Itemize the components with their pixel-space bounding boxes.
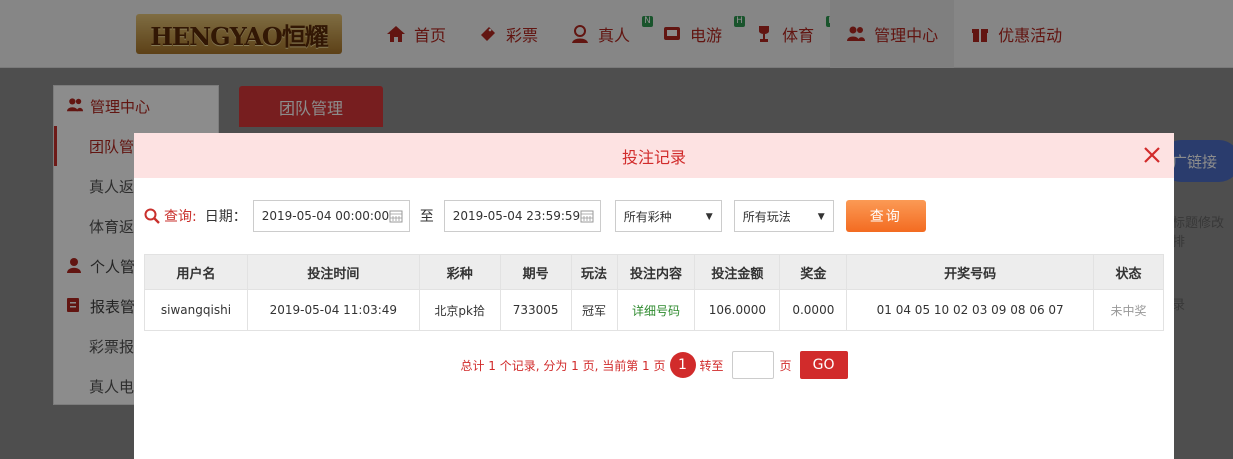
play-type-select[interactable]: 所有玩法 ▼ — [733, 200, 834, 232]
query-row: 查询: 日期： 2019-05-04 00:00:00 至 2019-05-04… — [144, 200, 926, 232]
date-label: 日期： — [204, 209, 247, 225]
cell-bet-time: 2019-05-04 11:03:49 — [246, 289, 420, 331]
date-to-value: 2019-05-04 23:59:59 — [452, 209, 581, 223]
col-header: 投注时间 — [246, 254, 420, 290]
modal-title: 投注记录 — [621, 147, 686, 167]
cell-lottery: 北京pk拾 — [418, 289, 501, 331]
table-header-row: 用户名 投注时间 彩种 期号 玩法 投注内容 投注金额 奖金 开奖号码 状态 — [144, 254, 1165, 290]
date-range-separator: 至 — [419, 209, 434, 225]
calendar-icon[interactable] — [580, 209, 594, 223]
pager-summary: 总计 1 个记录, 分为 1 页, 当前第 1 页 — [460, 358, 666, 373]
query-button[interactable]: 查询 — [845, 200, 926, 232]
table-row: siwangqishi 2019-05-04 11:03:49 北京pk拾 73… — [144, 289, 1165, 331]
col-header: 状态 — [1092, 254, 1165, 290]
pagination: 总计 1 个记录, 分为 1 页, 当前第 1 页 1 转至 页 GO — [134, 351, 1174, 379]
query-label: 查询: — [144, 206, 197, 226]
col-header: 开奖号码 — [846, 254, 1094, 290]
cell-username: siwangqishi — [144, 289, 248, 331]
col-header: 投注内容 — [616, 254, 696, 290]
page-label: 页 — [779, 358, 792, 373]
query-label-text: 查询: — [164, 209, 197, 225]
modal-header: 投注记录 — [134, 133, 1174, 178]
calendar-icon[interactable] — [389, 209, 403, 223]
date-to-input[interactable]: 2019-05-04 23:59:59 — [443, 200, 601, 232]
chevron-down-icon: ▼ — [817, 212, 825, 222]
go-button[interactable]: GO — [799, 351, 848, 379]
search-icon — [144, 208, 160, 224]
bet-detail-link[interactable]: 详细号码 — [616, 289, 696, 331]
col-header: 期号 — [499, 254, 572, 290]
col-header: 投注金额 — [694, 254, 781, 290]
col-header: 彩种 — [418, 254, 501, 290]
cell-play: 冠军 — [570, 289, 618, 331]
cell-draw-numbers: 01 04 05 10 02 03 09 08 06 07 — [846, 289, 1094, 331]
play-type-value: 所有玩法 — [742, 209, 791, 224]
col-header: 奖金 — [779, 254, 848, 290]
bet-record-modal: 投注记录 查询: 日期： 2019-05-04 00:00:00 至 2019-… — [134, 133, 1174, 459]
goto-label: 转至 — [699, 358, 724, 373]
chevron-down-icon: ▼ — [705, 212, 713, 222]
goto-page-input[interactable] — [731, 351, 774, 379]
cell-bet-amount: 106.0000 — [694, 289, 781, 331]
cell-issue: 733005 — [499, 289, 572, 331]
page-current[interactable]: 1 — [669, 352, 696, 378]
date-from-value: 2019-05-04 00:00:00 — [261, 209, 390, 223]
lottery-type-value: 所有彩种 — [623, 209, 672, 224]
col-header: 玩法 — [570, 254, 618, 290]
cell-status: 未中奖 — [1092, 289, 1165, 331]
close-icon[interactable] — [1142, 145, 1162, 165]
col-header: 用户名 — [144, 254, 248, 290]
date-from-input[interactable]: 2019-05-04 00:00:00 — [252, 200, 410, 232]
cell-prize: 0.0000 — [779, 289, 848, 331]
bet-record-table: 用户名 投注时间 彩种 期号 玩法 投注内容 投注金额 奖金 开奖号码 状态 s… — [144, 254, 1165, 331]
lottery-type-select[interactable]: 所有彩种 ▼ — [614, 200, 722, 232]
